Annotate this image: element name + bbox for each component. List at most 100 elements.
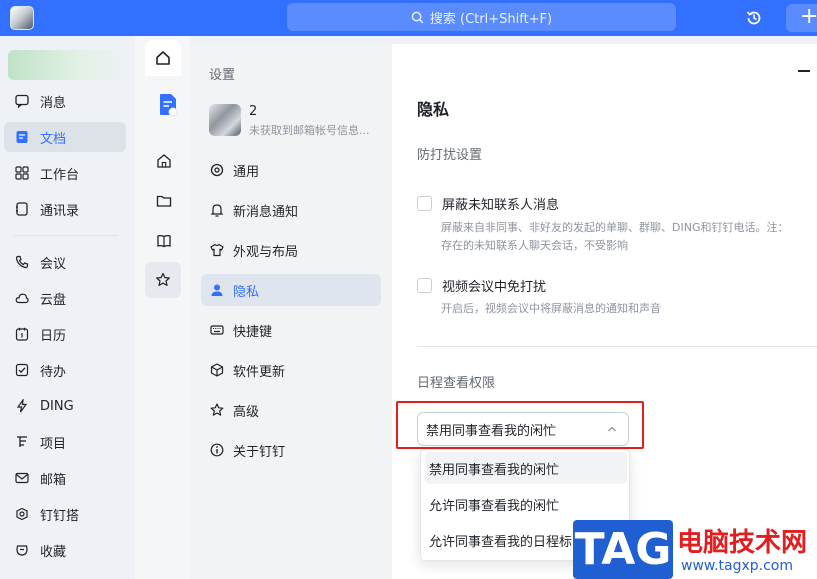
history-button[interactable] (743, 7, 765, 29)
search-icon (411, 11, 424, 23)
meeting-dnd-checkbox[interactable] (417, 278, 432, 293)
contacts-icon (14, 201, 30, 217)
option-label: 视频会议中免打扰 (442, 280, 547, 295)
build-icon (14, 506, 30, 522)
settings-item-label: 隐私 (233, 284, 260, 300)
person-icon (209, 282, 225, 298)
sidebar-item-contacts[interactable]: 通讯录 (4, 194, 126, 224)
settings-item-label: 快捷键 (233, 324, 273, 340)
bell-icon (209, 202, 225, 218)
settings-item-update[interactable]: 软件更新 (201, 354, 381, 386)
sidebar-item-docs[interactable]: 文档 (4, 122, 126, 152)
watermark-tag: TAG (573, 520, 673, 579)
option-label: 屏蔽未知联系人消息 (442, 198, 560, 213)
sidebar-item-calendar[interactable]: 日历 (4, 319, 126, 349)
option-description: 开启后，视频会议中将屏蔽消息的通知和声音 (441, 302, 661, 315)
settings-item-label: 新消息通知 (233, 204, 299, 220)
home-outline-icon[interactable] (155, 152, 173, 170)
folder-icon[interactable] (155, 192, 173, 210)
sidebar-item-label: 日历 (40, 328, 67, 344)
mail-icon (14, 470, 30, 486)
add-button[interactable]: + (786, 4, 817, 32)
book-icon[interactable] (155, 232, 173, 250)
sidebar-item-ding[interactable]: DING (4, 391, 126, 421)
sidebar-item-label: 通讯录 (40, 203, 80, 219)
option-meeting-dnd[interactable]: 视频会议中免打扰 (417, 276, 546, 295)
favorites-tab[interactable] (145, 262, 181, 298)
avatar[interactable] (209, 104, 241, 136)
user-name: 2 (249, 104, 258, 119)
settings-item-label: 关于钉钉 (233, 444, 286, 460)
page-title: 隐私 (417, 100, 450, 119)
calendar-icon (14, 326, 30, 342)
cube-icon (209, 362, 225, 378)
dropdown-option[interactable]: 禁用同事查看我的闲忙 (425, 452, 627, 484)
block-unknown-checkbox[interactable] (417, 196, 432, 211)
sidebar-item-cloud[interactable]: 云盘 (4, 283, 126, 313)
sidebar-item-dingda[interactable]: 钉钉搭 (4, 499, 126, 529)
sidebar-item-mail[interactable]: 邮箱 (4, 463, 126, 493)
top-bar: 搜索 (Ctrl+Shift+F) + (0, 0, 817, 36)
section-title-schedule: 日程查看权限 (417, 376, 496, 391)
sidebar-item-label: 邮箱 (40, 472, 67, 488)
settings-nav: 设置 2 未获取到邮箱帐号信息... 通用 新消息通知 外观与布局 隐私 快捷键… (190, 44, 392, 579)
phone-icon (14, 254, 30, 270)
message-icon (14, 93, 30, 109)
sidebar-item-label: 工作台 (40, 167, 80, 183)
sidebar-item-meeting[interactable]: 会议 (4, 247, 126, 277)
option-description: 屏蔽来自非同事、非好友的发起的单聊、群聊、DING和钉钉电话。注： (441, 221, 789, 234)
doc-app-icon[interactable] (157, 92, 179, 118)
dropdown-option[interactable]: 允许同事查看我的闲忙 (425, 488, 627, 520)
watermark-site-name: 电脑技术网 (677, 528, 808, 558)
settings-item-label: 高级 (233, 404, 260, 420)
settings-item-about[interactable]: 关于钉钉 (201, 434, 381, 466)
general-icon (209, 162, 225, 178)
collect-icon (14, 542, 30, 558)
info-icon (209, 442, 225, 458)
sidebar-item-collect[interactable]: 收藏 (4, 535, 126, 565)
settings-item-label: 通用 (233, 164, 260, 180)
history-icon (746, 11, 761, 25)
settings-item-notification[interactable]: 新消息通知 (201, 194, 381, 226)
sidebar-item-project[interactable]: 项目 (4, 427, 126, 457)
section-divider (417, 346, 817, 347)
settings-item-advanced[interactable]: 高级 (201, 394, 381, 426)
checkbox-icon (14, 362, 30, 378)
search-bar[interactable]: 搜索 (Ctrl+Shift+F) (287, 3, 676, 31)
search-placeholder: 搜索 (Ctrl+Shift+F) (429, 11, 553, 27)
sidebar-item-workbench[interactable]: 工作台 (4, 158, 126, 188)
settings-item-shortcuts[interactable]: 快捷键 (201, 314, 381, 346)
sidebar-item-todo[interactable]: 待办 (4, 355, 126, 385)
settings-item-privacy[interactable]: 隐私 (201, 274, 381, 306)
sidebar-item-label: 项目 (40, 436, 67, 452)
user-email-status: 未获取到邮箱帐号信息... (249, 124, 370, 137)
doc-icon (14, 129, 30, 145)
option-description: 存在的未知联系人聊天会话，不受影响 (441, 239, 628, 252)
keyboard-icon (209, 322, 225, 338)
watermark-url: www.tagxp.com (681, 558, 793, 574)
main-sidebar: 消息 文档 工作台 通讯录 会议 云盘 日历 待办 DING 项目 邮箱 钉钉搭… (0, 36, 135, 579)
sidebar-item-label: 收藏 (40, 544, 67, 560)
section-title-dnd: 防打扰设置 (417, 148, 483, 163)
home-icon (156, 51, 170, 65)
cloud-icon (14, 290, 30, 306)
option-block-unknown[interactable]: 屏蔽未知联系人消息 (417, 194, 559, 213)
project-icon (14, 434, 30, 450)
sidebar-item-label: 消息 (40, 95, 67, 111)
settings-item-appearance[interactable]: 外观与布局 (201, 234, 381, 266)
app-logo[interactable] (10, 6, 34, 30)
settings-item-label: 软件更新 (233, 364, 286, 380)
sidebar-divider (14, 235, 118, 236)
sidebar-item-label: 云盘 (40, 292, 67, 308)
sidebar-item-messages[interactable]: 消息 (4, 86, 126, 116)
sidebar-item-label: 文档 (40, 131, 67, 147)
settings-item-label: 外观与布局 (233, 244, 299, 260)
home-tab[interactable] (145, 40, 181, 76)
settings-item-general[interactable]: 通用 (201, 154, 381, 186)
lightning-icon (14, 398, 30, 414)
profile-card[interactable] (8, 50, 126, 80)
docs-subnav (135, 36, 190, 579)
sidebar-item-label: 待办 (40, 364, 67, 380)
minimize-icon[interactable] (798, 70, 810, 72)
grid-icon (14, 165, 30, 181)
